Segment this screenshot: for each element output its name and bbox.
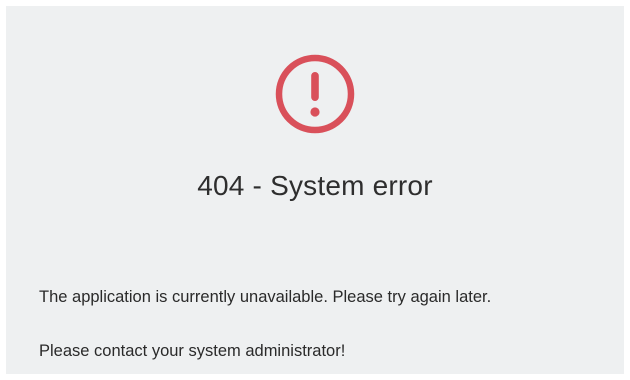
- error-title: 404 - System error: [197, 170, 433, 201]
- error-message-contact: Please contact your system administrator…: [39, 342, 346, 360]
- exclamation-circle-icon: [273, 52, 357, 136]
- error-message-unavailable: The application is currently unavailable…: [39, 288, 492, 306]
- error-panel: 404 - System error The application is cu…: [6, 6, 624, 374]
